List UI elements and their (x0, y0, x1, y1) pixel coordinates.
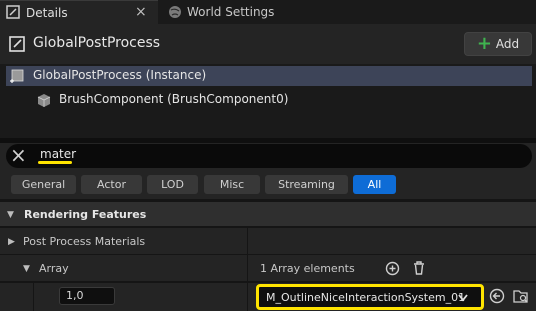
material-value: M_OutlineNiceInteractionSystem_01 (266, 290, 466, 304)
column-divider[interactable] (247, 228, 248, 311)
filter-general-button[interactable]: General (11, 175, 76, 194)
search-value: mater (40, 147, 77, 161)
tab-world-label: World Settings (187, 5, 275, 19)
filter-actor-button[interactable]: Actor (81, 175, 142, 194)
add-element-icon[interactable] (385, 261, 400, 276)
filter-streaming-button[interactable]: Streaming (265, 175, 348, 194)
trash-icon[interactable] (412, 260, 426, 276)
tab-world-settings[interactable]: World Settings (158, 0, 318, 24)
clear-search-icon[interactable]: × (10, 144, 27, 166)
filter-all-button[interactable]: All (353, 175, 396, 194)
tab-details[interactable]: Details × (0, 0, 158, 24)
close-icon[interactable]: × (135, 4, 147, 20)
element-index-field[interactable]: 1,0 (59, 287, 115, 305)
plus-icon: + (476, 33, 492, 54)
details-icon (6, 5, 20, 19)
collapse-arrow-icon[interactable]: ▼ (23, 264, 30, 274)
property-label: Post Process Materials (23, 235, 146, 248)
tree-item-root[interactable]: GlobalPostProcess (Instance) (6, 66, 532, 86)
browse-folder-icon[interactable] (513, 288, 531, 304)
filter-misc-button[interactable]: Misc (204, 175, 260, 194)
search-input[interactable] (6, 144, 532, 168)
material-dropdown[interactable]: M_OutlineNiceInteractionSystem_01 (256, 284, 484, 310)
tree-item-brush[interactable]: BrushComponent (BrushComponent0) (6, 90, 532, 110)
chevron-down-icon (458, 294, 468, 302)
globe-icon (169, 6, 181, 18)
search-highlight (38, 161, 72, 164)
indent-guide (33, 283, 34, 311)
collapse-arrow-icon[interactable]: ▼ (7, 210, 14, 220)
actor-icon (9, 36, 25, 52)
section-label: Rendering Features (24, 208, 147, 221)
tab-details-label: Details (26, 6, 68, 20)
postprocess-volume-icon (10, 69, 24, 83)
filter-lod-button[interactable]: LOD (147, 175, 198, 194)
array-count: 1 Array elements (260, 262, 355, 275)
property-label: Array (39, 262, 69, 275)
tree-item-label: BrushComponent (BrushComponent0) (59, 92, 289, 106)
add-label: Add (495, 37, 520, 51)
add-component-button[interactable]: + Add (464, 32, 532, 56)
use-selected-icon[interactable] (489, 288, 505, 304)
expand-arrow-icon[interactable]: ▶ (8, 237, 15, 247)
actor-title: GlobalPostProcess (33, 35, 161, 51)
tree-item-label: GlobalPostProcess (Instance) (33, 68, 207, 82)
cube-icon (37, 94, 51, 107)
